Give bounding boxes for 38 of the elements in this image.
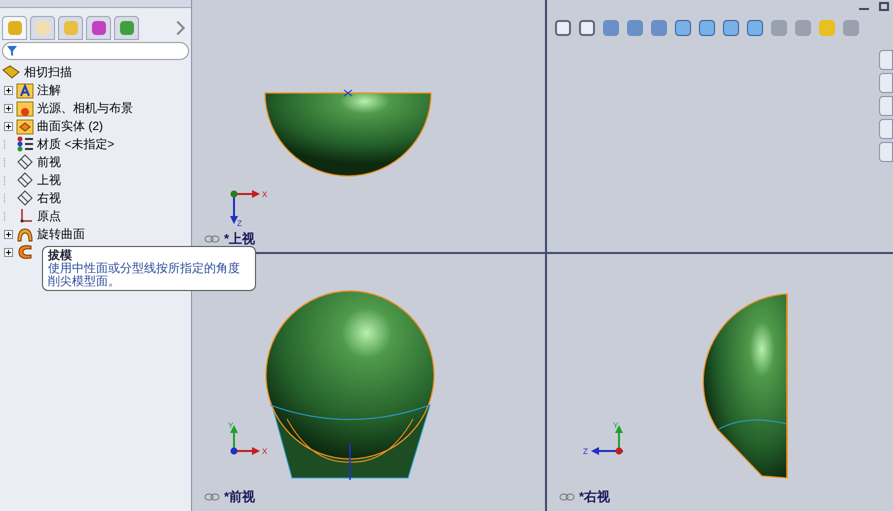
tree-item[interactable]: 注解: [0, 81, 61, 99]
part-icon: [2, 64, 20, 80]
expand-icon[interactable]: [4, 248, 13, 256]
view-label: *右视: [579, 490, 610, 503]
axis-triad-drawing: X Z: [228, 186, 276, 228]
axis-triad-drawing: X Y: [228, 421, 276, 463]
link-icon: [204, 234, 220, 242]
tree-item[interactable]: 前视: [0, 153, 61, 171]
filter-field[interactable]: [2, 42, 189, 60]
plane-icon: [16, 153, 34, 171]
tree-item[interactable]: 光源、相机与布景: [0, 99, 133, 117]
view-label: *前视: [224, 490, 256, 503]
material-list-icon: [16, 135, 34, 153]
tree-root-label: 相切扫描: [24, 64, 72, 81]
annotation-folder-icon: [16, 81, 34, 99]
tree-item[interactable]: 旋转曲面: [0, 225, 85, 243]
tree-item[interactable]: 曲面实体 (2): [0, 117, 103, 135]
link-icon: [204, 492, 220, 500]
lights-folder-icon: [16, 99, 34, 117]
link-icon: [559, 492, 575, 500]
expand-icon[interactable]: [4, 86, 13, 94]
tree-item[interactable]: 右视: [0, 189, 61, 207]
axis-triad-drawing: Z Y: [583, 421, 631, 463]
sweep-icon: [16, 243, 34, 261]
surface-folder-icon: [16, 117, 34, 135]
restore-icon[interactable]: [879, 2, 889, 11]
plane-icon: [16, 189, 34, 207]
expand-icon[interactable]: [4, 104, 13, 112]
filter-icon: [7, 46, 17, 56]
view-label: *上视: [224, 232, 256, 245]
tree-item[interactable]: 材质 <未指定>: [0, 135, 114, 153]
expand-icon[interactable]: [4, 230, 13, 238]
plane-icon: [16, 171, 34, 189]
tree-item[interactable]: 原点: [0, 207, 61, 225]
tooltip-title: 拔模: [48, 249, 72, 262]
tree-item[interactable]: 上视: [0, 171, 61, 189]
expand-icon[interactable]: [4, 122, 13, 130]
tooltip-body: 使用中性面或分型线按所指定的角度削尖模型面。: [48, 262, 241, 288]
